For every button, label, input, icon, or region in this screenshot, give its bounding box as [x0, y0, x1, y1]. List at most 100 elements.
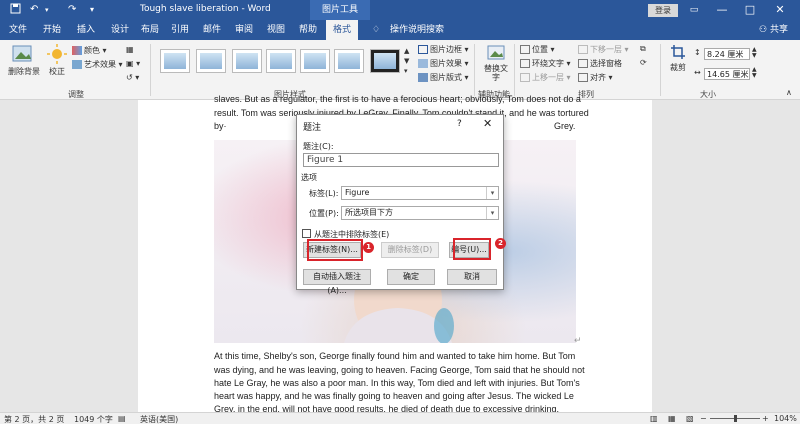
tab-layout[interactable]: 布局 — [136, 20, 164, 40]
color-button[interactable]: 颜色 ▾ — [72, 45, 107, 56]
wrap-text-button[interactable]: 环绕文字 ▾ — [520, 58, 571, 69]
picture-border-icon — [418, 45, 428, 54]
bring-forward-icon — [520, 73, 530, 82]
document-line: Grey. — [554, 121, 576, 131]
tab-insert[interactable]: 插入 — [72, 20, 100, 40]
ok-button[interactable]: 确定 — [387, 269, 435, 285]
minimize-button[interactable]: — — [712, 2, 732, 18]
collapse-ribbon-icon[interactable]: ∧ — [786, 88, 792, 97]
label-field-label: 标签(L): — [309, 189, 339, 198]
reset-picture-icon[interactable]: ↺ ▾ — [126, 73, 139, 82]
tell-me-search[interactable]: 操作说明搜索 — [384, 20, 450, 40]
label-select[interactable]: Figure ▾ — [341, 186, 499, 200]
zoom-out-button[interactable]: − — [700, 414, 707, 423]
picture-style-1[interactable] — [160, 49, 190, 73]
corrections-button[interactable]: 校正 — [44, 44, 70, 84]
align-button[interactable]: 对齐 ▾ — [578, 72, 613, 83]
picture-border-button[interactable]: 图片边框 ▾ — [418, 44, 469, 55]
language-status[interactable]: 英语(美国) — [140, 414, 178, 424]
restore-button[interactable]: □ — [740, 2, 760, 18]
send-backward-button[interactable]: 下移一层 ▾ — [578, 44, 629, 55]
group-objects-icon[interactable]: ⧉ — [640, 44, 646, 54]
save-icon[interactable] — [10, 3, 21, 19]
paragraph-mark: ↵ — [574, 335, 582, 345]
picture-style-6[interactable] — [334, 49, 364, 73]
tab-help[interactable]: 帮助 — [294, 20, 322, 40]
picture-effects-button[interactable]: 图片效果 ▾ — [418, 58, 469, 69]
zoom-slider-thumb[interactable] — [734, 415, 737, 422]
position-button[interactable]: 位置 ▾ — [520, 44, 555, 55]
tab-home[interactable]: 开始 — [38, 20, 66, 40]
picture-effects-icon — [418, 59, 428, 68]
read-mode-icon[interactable]: ▥ — [650, 414, 658, 423]
page-count[interactable]: 第 2 页，共 2 页 — [4, 414, 64, 424]
bring-forward-button[interactable]: 上移一层 ▾ — [520, 72, 571, 83]
picture-style-5[interactable] — [300, 49, 330, 73]
document-line: by· — [214, 121, 227, 131]
close-button[interactable]: ✕ — [770, 2, 790, 18]
width-input[interactable]: 14.65 厘米 — [704, 68, 750, 80]
rotate-icon[interactable]: ⟳ — [640, 58, 647, 67]
artistic-effects-button[interactable]: 艺术效果 ▾ — [72, 59, 123, 70]
adjust-group-label: 调整 — [68, 90, 84, 99]
zoom-in-button[interactable]: + — [762, 414, 769, 423]
autocaption-button[interactable]: 自动插入题注(A)... — [303, 269, 371, 295]
zoom-level[interactable]: 104% — [774, 414, 797, 423]
help-icon[interactable]: ? — [457, 119, 462, 129]
tab-file[interactable]: 文件 — [4, 20, 32, 40]
delete-label-button[interactable]: 删除标签(D) — [381, 242, 439, 258]
caption-input[interactable]: Figure 1 — [303, 153, 499, 167]
highlight-box — [453, 238, 491, 260]
exclude-label-checkbox[interactable] — [302, 229, 311, 238]
customize-qat-icon[interactable]: ▾ — [90, 3, 94, 17]
picture-style-3[interactable] — [232, 49, 262, 73]
change-picture-icon[interactable]: ▣ ▾ — [126, 59, 140, 68]
word-count[interactable]: 1049 个字 — [74, 414, 113, 424]
cancel-button[interactable]: 取消 — [447, 269, 497, 285]
caption-dialog: 题注 ? ✕ 题注(C): Figure 1 选项 标签(L): Figure … — [296, 114, 506, 295]
height-input[interactable]: 8.24 厘米 — [704, 48, 750, 60]
proofing-icon[interactable]: ▤ — [118, 414, 126, 423]
picture-style-2[interactable] — [196, 49, 226, 73]
tab-format[interactable]: 格式 — [326, 20, 358, 40]
status-bar: 第 2 页，共 2 页 1049 个字 ▤ 英语(美国) ▥ ▦ ▧ − + 1… — [0, 412, 800, 424]
styles-gallery-scroll[interactable]: ▲ ▼ ▾ — [404, 46, 409, 76]
login-button[interactable]: 登录 — [648, 4, 678, 17]
crop-button[interactable]: 裁剪 — [666, 44, 690, 73]
chevron-down-icon: ▾ — [486, 207, 498, 219]
picture-style-7[interactable] — [370, 49, 400, 73]
caption-field-label: 题注(C): — [303, 142, 334, 151]
undo-icon[interactable]: ↶ — [30, 3, 38, 17]
remove-background-button[interactable]: 删除背景 — [8, 44, 40, 84]
tab-view[interactable]: 视图 — [262, 20, 290, 40]
height-icon: ↕ — [694, 48, 701, 57]
close-icon[interactable]: ✕ — [483, 117, 492, 130]
remove-background-icon — [12, 45, 32, 62]
web-layout-icon[interactable]: ▧ — [686, 414, 694, 423]
ribbon-tabs: 文件 开始 插入 设计 布局 引用 邮件 审阅 视图 帮助 格式 ♢ 操作说明搜… — [0, 20, 800, 40]
picture-layout-button[interactable]: 图片版式 ▾ — [418, 72, 469, 83]
step-marker-2: 2 — [495, 238, 506, 249]
picture-style-4[interactable] — [266, 49, 296, 73]
tab-review[interactable]: 审阅 — [230, 20, 258, 40]
title-bar: ↶ ▾ ↷ ▾ Tough slave liberation - Word 图片… — [0, 0, 800, 20]
print-layout-icon[interactable]: ▦ — [668, 414, 676, 423]
tab-references[interactable]: 引用 — [166, 20, 194, 40]
tab-mailings[interactable]: 邮件 — [198, 20, 226, 40]
document-title: Tough slave liberation - Word — [140, 4, 271, 14]
tab-design[interactable]: 设计 — [106, 20, 134, 40]
ribbon-display-icon[interactable]: ▭ — [684, 2, 704, 18]
undo-dropdown-icon[interactable]: ▾ — [45, 3, 49, 17]
document-line: hate Le Gray, he was also a poor man. In… — [214, 378, 580, 388]
position-select[interactable]: 所选项目下方 ▾ — [341, 206, 499, 220]
selection-pane-icon — [578, 59, 588, 68]
alt-text-button[interactable]: 替换文字 — [482, 44, 510, 82]
selection-pane-button[interactable]: 选择窗格 — [578, 58, 622, 69]
color-icon — [72, 46, 82, 55]
share-button[interactable]: ⚇ 共享 — [759, 20, 788, 40]
compress-pictures-icon[interactable]: ▦ — [126, 45, 134, 54]
redo-icon[interactable]: ↷ — [68, 3, 76, 17]
height-spinner[interactable]: ▲ ▼ — [752, 47, 757, 59]
picture-tools-context-tab: 图片工具 — [310, 0, 370, 20]
width-spinner[interactable]: ▲ ▼ — [752, 67, 757, 79]
